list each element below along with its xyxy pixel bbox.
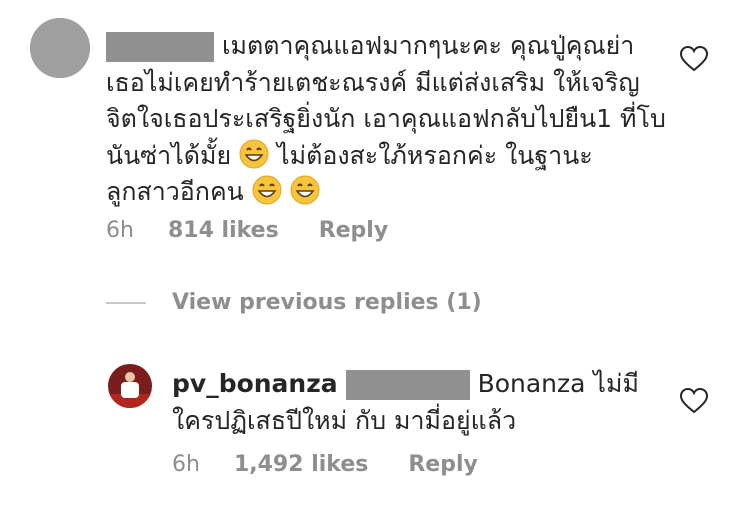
grinning-face-emoji	[239, 139, 269, 168]
reply-time: 6h	[172, 452, 200, 477]
reply-reply-button[interactable]: Reply	[408, 452, 478, 477]
comment-reply-button[interactable]: Reply	[319, 218, 389, 243]
avatar-figure	[121, 382, 139, 398]
redacted-username[interactable]	[106, 32, 214, 62]
reply-meta: 6h 1,492 likes Reply	[172, 452, 478, 477]
grinning-face-emoji	[290, 175, 320, 205]
view-previous-replies[interactable]: View previous replies (1)	[106, 290, 482, 315]
divider-line	[106, 301, 146, 304]
reply-body: pv_bonanza Bonanza ไม่มีใครปฏิเสธปีใหม่ …	[172, 366, 642, 439]
redacted-mention[interactable]	[345, 370, 470, 400]
avatar-redaction	[30, 18, 90, 78]
reply-username[interactable]: pv_bonanza	[172, 369, 338, 398]
grinning-face-emoji	[252, 175, 282, 205]
view-previous-replies-label[interactable]: View previous replies (1)	[172, 290, 482, 315]
like-heart-icon[interactable]	[680, 46, 708, 72]
like-heart-icon[interactable]	[680, 388, 708, 414]
comment-meta: 6h 814 likes Reply	[106, 218, 388, 243]
comment-likes[interactable]: 814 likes	[168, 218, 279, 243]
reply-likes[interactable]: 1,492 likes	[234, 452, 368, 477]
comment-body: เมตตาคุณแอฟมากๆนะคะ คุณปู่คุณย่า เธอไม่เ…	[106, 28, 666, 211]
reply-avatar[interactable]	[108, 364, 152, 408]
comment-time: 6h	[106, 218, 134, 243]
commenter-avatar[interactable]	[30, 18, 90, 78]
avatar-face	[125, 372, 135, 382]
